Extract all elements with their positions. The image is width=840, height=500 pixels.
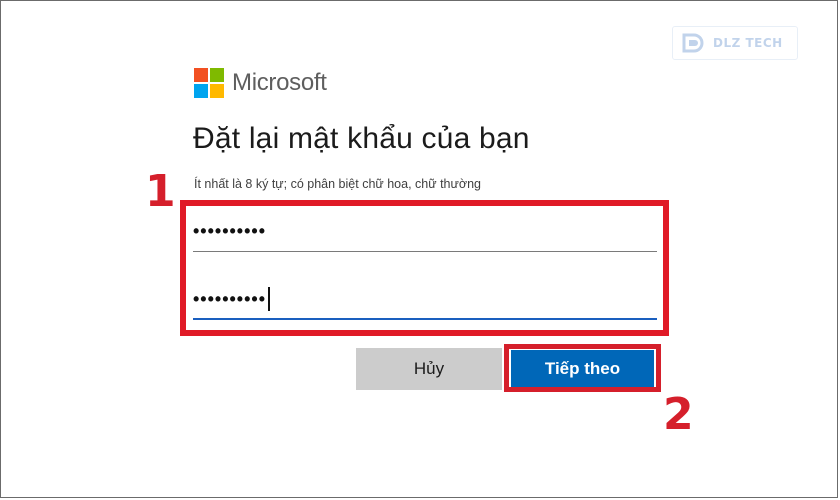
text-caret [268,287,270,311]
watermark: DLZ TECH [672,26,798,60]
confirm-password-mask: •••••••••• [193,288,267,309]
step-marker-2: 2 [663,389,694,440]
watermark-logo-icon [682,33,704,53]
next-button[interactable]: Tiếp theo [511,350,654,387]
microsoft-logo-icon [194,68,224,98]
microsoft-logo: Microsoft [194,68,327,98]
password-hint: Ít nhất là 8 ký tự; có phân biệt chữ hoa… [194,177,481,191]
new-password-input[interactable]: •••••••••• [193,212,657,252]
step-marker-1: 1 [145,166,176,217]
new-password-mask: •••••••••• [193,221,267,241]
page-title: Đặt lại mật khẩu của bạn [193,122,530,155]
logo-text: Microsoft [232,69,327,96]
watermark-text: DLZ TECH [713,36,783,50]
confirm-password-input[interactable]: •••••••••• [193,280,657,320]
cancel-button[interactable]: Hủy [356,348,502,390]
